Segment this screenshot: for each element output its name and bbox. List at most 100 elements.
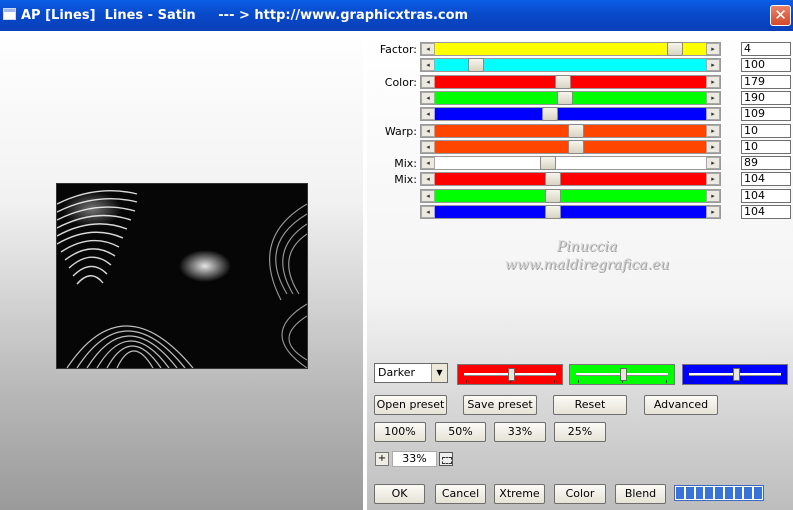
slider-thumb[interactable] (555, 75, 571, 89)
slider-track[interactable] (435, 107, 706, 121)
slider-left-arrow-icon[interactable]: ◂ (421, 173, 435, 185)
slider-left-arrow-icon[interactable]: ◂ (421, 92, 435, 104)
ok-button[interactable]: OK (374, 484, 425, 504)
slider-thumb[interactable] (468, 58, 484, 72)
slider-track[interactable] (435, 205, 706, 219)
color-button[interactable]: Color (554, 484, 606, 504)
slider-right-arrow-icon[interactable]: ▸ (706, 92, 720, 104)
slider-value-field[interactable]: 104 (741, 205, 791, 219)
advanced-button[interactable]: Advanced (644, 395, 718, 415)
slider-thumb[interactable] (568, 140, 584, 154)
save-preset-button[interactable]: Save preset (463, 395, 537, 415)
slider-track[interactable] (435, 75, 706, 89)
slider-thumb[interactable] (545, 205, 561, 219)
watermark-url: www.maldiregrafica.eu (504, 257, 670, 273)
slider-value-field[interactable]: 10 (741, 140, 791, 154)
cancel-button[interactable]: Cancel (435, 484, 486, 504)
slider-right-arrow-icon[interactable]: ▸ (706, 190, 720, 202)
slider-track[interactable] (435, 42, 706, 56)
parameter-slider[interactable]: ◂ ▸ (420, 156, 721, 170)
parameter-slider[interactable]: ◂ ▸ (420, 42, 721, 56)
slider-left-arrow-icon[interactable]: ◂ (421, 108, 435, 120)
parameter-slider[interactable]: ◂ ▸ (420, 91, 721, 105)
slider-right-arrow-icon[interactable]: ▸ (706, 43, 720, 55)
slider-thumb[interactable] (540, 156, 556, 170)
preview-image[interactable] (56, 183, 308, 369)
slider-track[interactable] (435, 124, 706, 138)
progress-segment (724, 487, 733, 499)
fit-window-icon[interactable] (439, 452, 453, 466)
channel-slider[interactable] (457, 364, 563, 385)
slider-track[interactable] (435, 58, 706, 72)
channel-slider[interactable] (682, 364, 788, 385)
slider-value-field[interactable]: 4 (741, 42, 791, 56)
slider-track[interactable] (435, 140, 706, 154)
slider-value-field[interactable]: 10 (741, 124, 791, 138)
blend-button[interactable]: Blend (615, 484, 666, 504)
open-preset-button[interactable]: Open preset (374, 395, 447, 415)
slider-left-arrow-icon[interactable]: ◂ (421, 141, 435, 153)
slider-value-field[interactable]: 100 (741, 58, 791, 72)
channel-slider-thumb[interactable] (508, 368, 515, 381)
slider-right-arrow-icon[interactable]: ▸ (706, 59, 720, 71)
slider-right-arrow-icon[interactable]: ▸ (706, 173, 720, 185)
reset-button[interactable]: Reset (553, 395, 627, 415)
slider-left-arrow-icon[interactable]: ◂ (421, 190, 435, 202)
channel-slider[interactable] (569, 364, 675, 385)
xtreme-button[interactable]: Xtreme (494, 484, 545, 504)
slider-thumb[interactable] (667, 42, 683, 56)
slider-track[interactable] (435, 189, 706, 203)
slider-left-arrow-icon[interactable]: ◂ (421, 59, 435, 71)
window-title: AP [Lines] Lines - Satin --- > http://ww… (21, 8, 469, 23)
slider-right-arrow-icon[interactable]: ▸ (706, 141, 720, 153)
slider-left-arrow-icon[interactable]: ◂ (421, 76, 435, 88)
controls-pane: Factor: ◂ ▸ 4 ◂ ▸ 100 Color: ◂ ▸ 179 ◂ ▸ 190 ◂ ▸ 109 Warp… (367, 31, 793, 510)
slider-track[interactable] (435, 156, 706, 170)
slider-thumb[interactable] (542, 107, 558, 121)
slider-value-field[interactable]: 104 (741, 172, 791, 186)
channel-slider-thumb[interactable] (620, 368, 627, 381)
slider-track[interactable] (435, 172, 706, 186)
parameter-slider[interactable]: ◂ ▸ (420, 172, 721, 186)
parameter-slider[interactable]: ◂ ▸ (420, 205, 721, 219)
zoom-plus-button[interactable]: + (375, 452, 389, 466)
slider-left-arrow-icon[interactable]: ◂ (421, 206, 435, 218)
slider-value-field[interactable]: 179 (741, 75, 791, 89)
close-button[interactable]: ✕ (770, 5, 791, 26)
slider-right-arrow-icon[interactable]: ▸ (706, 76, 720, 88)
slider-track[interactable] (435, 91, 706, 105)
parameter-slider[interactable]: ◂ ▸ (420, 107, 721, 121)
zoom-25-button[interactable]: 25% (554, 422, 606, 442)
parameter-slider[interactable]: ◂ ▸ (420, 189, 721, 203)
channel-slider-tick (466, 380, 467, 383)
channel-slider-thumb[interactable] (733, 368, 740, 381)
slider-right-arrow-icon[interactable]: ▸ (706, 206, 720, 218)
slider-thumb[interactable] (545, 172, 561, 186)
slider-thumb[interactable] (545, 189, 561, 203)
slider-label: Mix: (394, 157, 417, 170)
channel-slider-tick (779, 380, 780, 383)
slider-value-field[interactable]: 190 (741, 91, 791, 105)
slider-left-arrow-icon[interactable]: ◂ (421, 43, 435, 55)
slider-right-arrow-icon[interactable]: ▸ (706, 157, 720, 169)
zoom-33-button[interactable]: 33% (494, 422, 546, 442)
slider-thumb[interactable] (557, 91, 573, 105)
slider-right-arrow-icon[interactable]: ▸ (706, 108, 720, 120)
parameter-slider[interactable]: ◂ ▸ (420, 124, 721, 138)
slider-left-arrow-icon[interactable]: ◂ (421, 125, 435, 137)
slider-value-field[interactable]: 109 (741, 107, 791, 121)
zoom-level-field[interactable]: 33% (392, 451, 437, 467)
zoom-50-button[interactable]: 50% (435, 422, 486, 442)
parameter-slider[interactable]: ◂ ▸ (420, 140, 721, 154)
blend-mode-select[interactable]: Darker ▼ (374, 363, 448, 383)
slider-thumb[interactable] (568, 124, 584, 138)
slider-right-arrow-icon[interactable]: ▸ (706, 125, 720, 137)
preview-pane (0, 31, 365, 510)
chevron-down-icon[interactable]: ▼ (431, 364, 447, 382)
slider-value-field[interactable]: 104 (741, 189, 791, 203)
slider-left-arrow-icon[interactable]: ◂ (421, 157, 435, 169)
zoom-100-button[interactable]: 100% (374, 422, 426, 442)
parameter-slider[interactable]: ◂ ▸ (420, 58, 721, 72)
slider-value-field[interactable]: 89 (741, 156, 791, 170)
parameter-slider[interactable]: ◂ ▸ (420, 75, 721, 89)
